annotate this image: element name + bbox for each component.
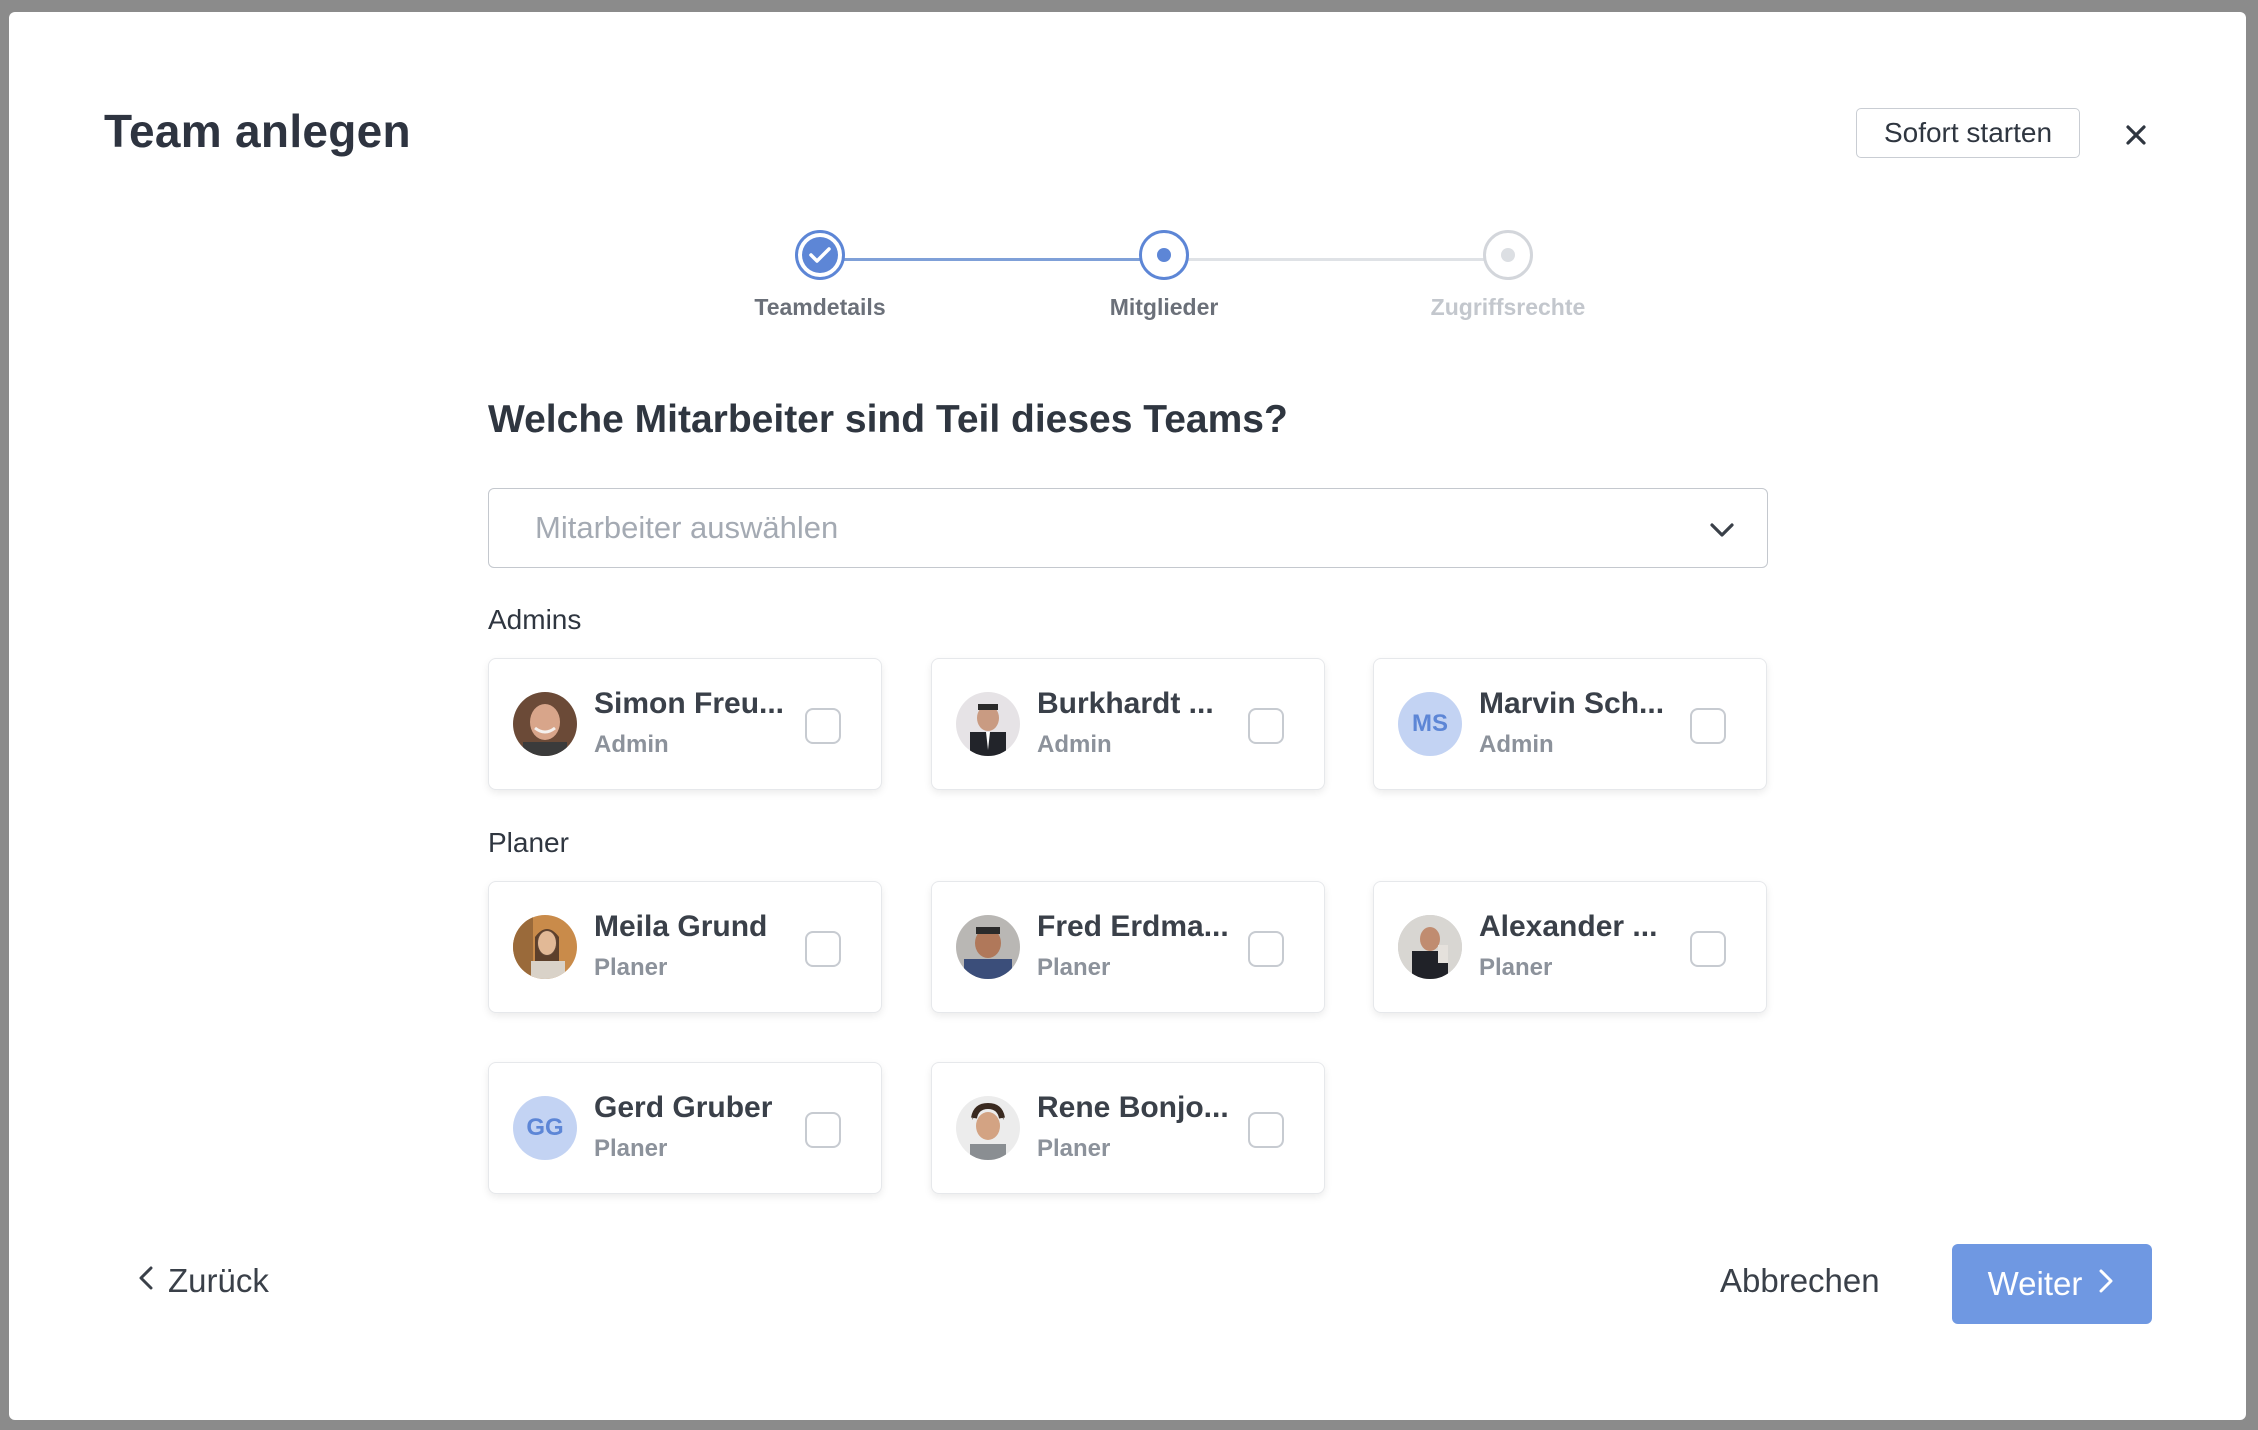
pending-step-icon <box>1483 230 1533 280</box>
member-name: Alexander ... <box>1479 910 1658 943</box>
member-card[interactable]: GG Gerd Gruber Planer <box>488 1062 882 1194</box>
member-role: Planer <box>594 1135 668 1162</box>
member-card[interactable]: Fred Erdma... Planer <box>931 881 1325 1013</box>
member-role: Admin <box>594 731 669 758</box>
cancel-button[interactable]: Abbrechen <box>1720 1262 1880 1300</box>
member-checkbox[interactable] <box>1248 1112 1284 1148</box>
member-card[interactable]: Burkhardt ... Admin <box>931 658 1325 790</box>
section-question: Welche Mitarbeiter sind Teil dieses Team… <box>488 398 1288 441</box>
member-checkbox[interactable] <box>805 931 841 967</box>
member-name: Meila Grund <box>594 910 768 943</box>
member-card[interactable]: Simon Freu... Admin <box>488 658 882 790</box>
avatar <box>513 692 577 756</box>
group-label-admins: Admins <box>488 604 582 635</box>
member-card[interactable]: MS Marvin Sch... Admin <box>1373 658 1767 790</box>
member-name: Rene Bonjo... <box>1037 1091 1229 1124</box>
member-checkbox[interactable] <box>805 708 841 744</box>
group-label-planer: Planer <box>488 827 569 858</box>
back-label: Zurück <box>168 1262 269 1299</box>
member-checkbox[interactable] <box>1248 708 1284 744</box>
avatar: GG <box>513 1096 577 1160</box>
step-label: Zugriffsrechte <box>1430 294 1586 320</box>
member-checkbox[interactable] <box>1690 931 1726 967</box>
select-placeholder: Mitarbeiter auswählen <box>535 510 839 545</box>
member-card[interactable]: Meila Grund Planer <box>488 881 882 1013</box>
avatar <box>956 1096 1020 1160</box>
close-icon[interactable] <box>2117 116 2155 154</box>
next-label: Weiter <box>1987 1265 2083 1302</box>
member-checkbox[interactable] <box>1690 708 1726 744</box>
member-card[interactable]: Rene Bonjo... Planer <box>931 1062 1325 1194</box>
member-card[interactable]: Alexander ... Planer <box>1373 881 1767 1013</box>
step-zugriffsrechte[interactable]: Zugriffsrechte <box>1388 230 1628 321</box>
avatar <box>956 692 1020 756</box>
start-now-button[interactable]: Sofort starten <box>1856 108 2080 158</box>
member-role: Admin <box>1479 731 1554 758</box>
member-name: Marvin Sch... <box>1479 687 1665 720</box>
back-button[interactable]: Zurück <box>136 1262 269 1300</box>
avatar: MS <box>1398 692 1462 756</box>
member-name: Simon Freu... <box>594 687 785 720</box>
dialog-title: Team anlegen <box>104 105 411 157</box>
member-role: Planer <box>594 954 668 981</box>
avatar <box>1398 915 1462 979</box>
progress-stepper: Teamdetails Mitglieder Zugriffsrechte <box>700 230 1585 330</box>
next-button[interactable]: Weiter <box>1952 1244 2152 1324</box>
member-role: Planer <box>1037 1135 1111 1162</box>
member-role: Planer <box>1479 954 1553 981</box>
employee-select[interactable]: Mitarbeiter auswählen <box>488 488 1768 568</box>
avatar <box>956 915 1020 979</box>
chevron-right-icon <box>2096 1265 2116 1303</box>
member-name: Gerd Gruber <box>594 1091 773 1124</box>
step-teamdetails[interactable]: Teamdetails <box>700 230 940 321</box>
member-role: Planer <box>1037 954 1111 981</box>
member-name: Fred Erdma... <box>1037 910 1229 943</box>
check-circle-icon <box>795 230 845 280</box>
step-label: Mitglieder <box>1109 294 1219 320</box>
active-step-icon <box>1139 230 1189 280</box>
avatar <box>513 915 577 979</box>
member-checkbox[interactable] <box>805 1112 841 1148</box>
chevron-down-icon <box>1707 515 1737 553</box>
chevron-left-icon <box>136 1262 156 1300</box>
step-mitglieder[interactable]: Mitglieder <box>1044 230 1284 321</box>
member-checkbox[interactable] <box>1248 931 1284 967</box>
step-label: Teamdetails <box>754 294 886 320</box>
member-name: Burkhardt ... <box>1037 687 1214 720</box>
member-role: Admin <box>1037 731 1112 758</box>
